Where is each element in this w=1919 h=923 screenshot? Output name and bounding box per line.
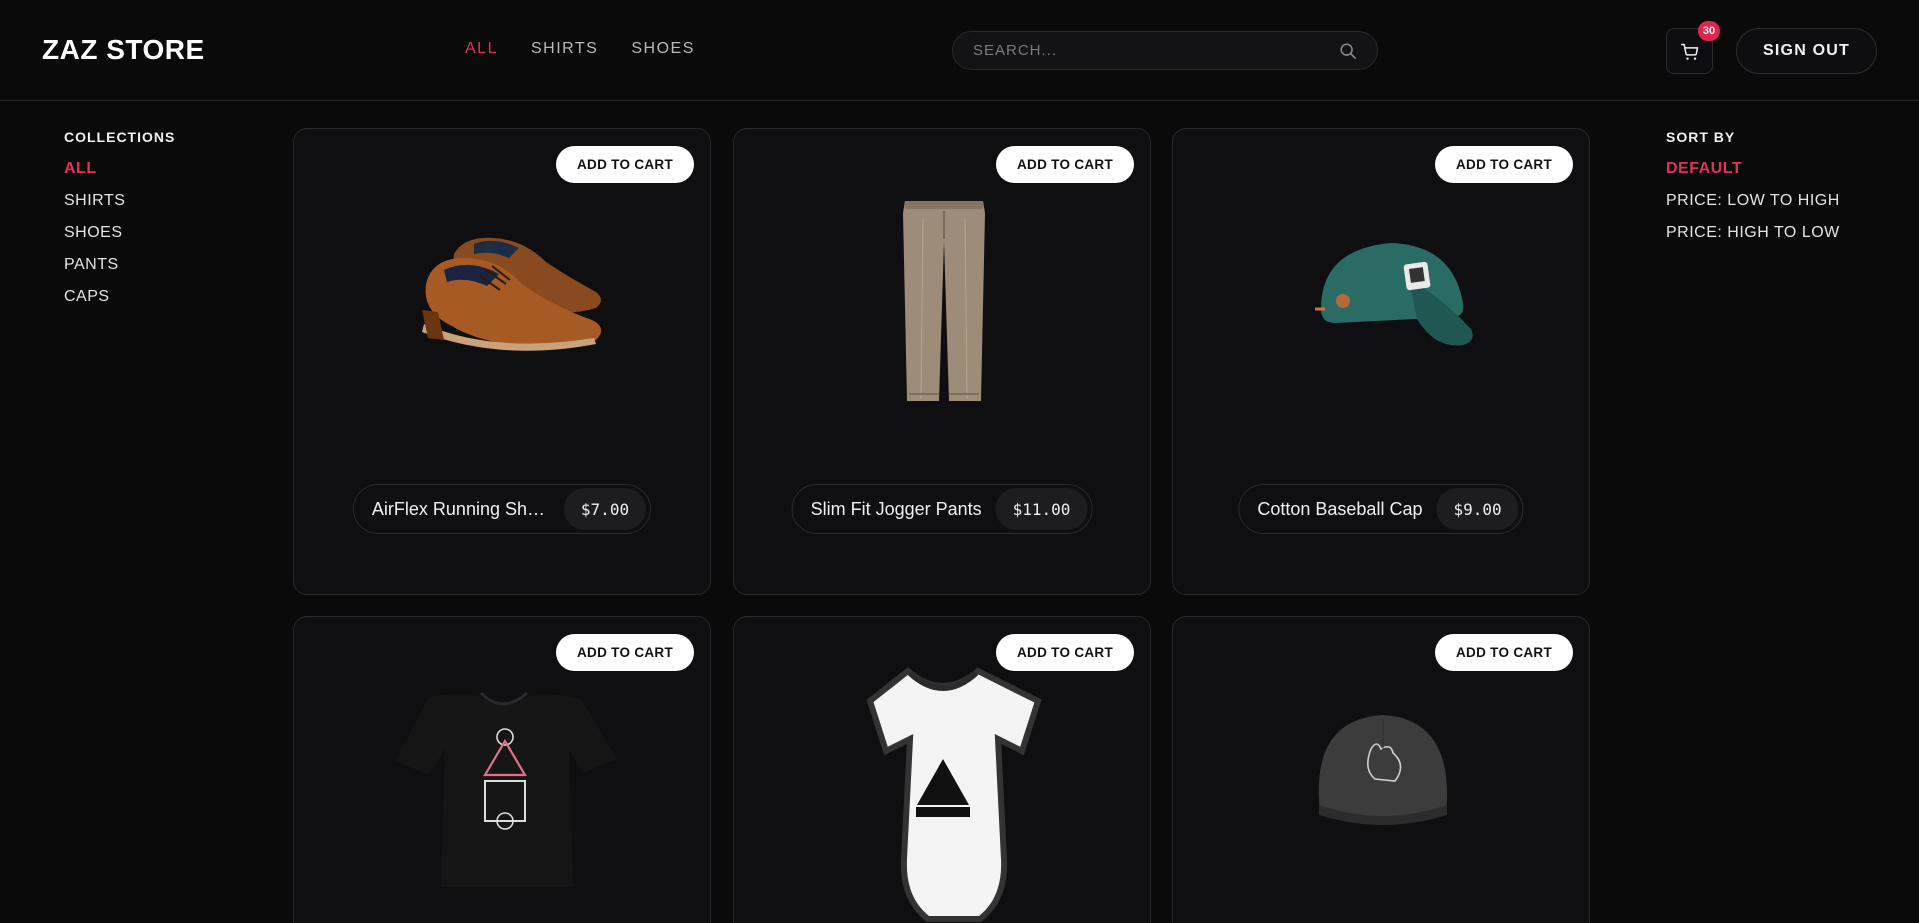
collections-title: COLLECTIONS [64, 129, 176, 145]
sort-title: SORT BY [1666, 129, 1736, 145]
collection-shirts[interactable]: SHIRTS [64, 191, 175, 223]
collection-shoes[interactable]: SHOES [64, 223, 175, 255]
sort-price-high-low[interactable]: PRICE: HIGH TO LOW [1666, 223, 1840, 255]
product-label: AirFlex Running Sho... $7.00 [352, 484, 652, 534]
product-card[interactable]: ADD TO CART AirFlex Running Sho... $7.00 [293, 128, 711, 595]
product-image-teal-baseball-cap [1315, 243, 1473, 346]
add-to-cart-button[interactable]: ADD TO CART [996, 634, 1134, 671]
product-card[interactable]: ADD TO CART [733, 616, 1151, 923]
product-price: $9.00 [1436, 488, 1519, 530]
product-price: $7.00 [563, 488, 647, 530]
product-image-grey-washed-cap-cat [1318, 715, 1448, 825]
cart-count-badge: 30 [1698, 21, 1720, 41]
product-name: AirFlex Running Sho... [371, 498, 550, 519]
product-image-black-kids-tshirt-shapes [395, 691, 617, 887]
product-name: Slim Fit Jogger Pants [810, 498, 982, 519]
product-card[interactable]: ADD TO CART Cotton Baseball Cap $9.00 [1172, 128, 1590, 595]
product-image-white-baby-onesie-triangle [866, 667, 1042, 922]
cart-icon [1680, 43, 1699, 60]
add-to-cart-button[interactable]: ADD TO CART [1435, 146, 1573, 183]
nav-all[interactable]: ALL [465, 40, 498, 58]
top-nav: ALL SHIRTS SHOES [465, 40, 695, 58]
nav-shoes[interactable]: SHOES [631, 40, 695, 58]
search-icon[interactable] [1339, 42, 1357, 60]
product-price: $11.00 [995, 488, 1088, 530]
add-to-cart-button[interactable]: ADD TO CART [556, 634, 694, 671]
add-to-cart-button[interactable]: ADD TO CART [556, 146, 694, 183]
product-card[interactable]: ADD TO CART [1172, 616, 1590, 923]
nav-shirts[interactable]: SHIRTS [531, 40, 598, 58]
collection-all[interactable]: ALL [64, 159, 175, 191]
sort-default[interactable]: DEFAULT [1666, 159, 1840, 191]
search-box [952, 31, 1378, 70]
collection-caps[interactable]: CAPS [64, 287, 175, 319]
collections-sidebar: COLLECTIONS ALL SHIRTS SHOES PANTS CAPS [64, 129, 175, 319]
search-input[interactable] [973, 32, 1333, 69]
product-image-brown-oxford-shoes [422, 237, 602, 351]
product-name: Cotton Baseball Cap [1257, 498, 1423, 519]
product-card[interactable]: ADD TO CART [293, 616, 711, 923]
product-image-beige-trousers [903, 201, 985, 401]
add-to-cart-button[interactable]: ADD TO CART [996, 146, 1134, 183]
site-header: ZAZ STORE ALL SHIRTS SHOES 30 SIGN OUT [0, 0, 1919, 101]
cart-button[interactable]: 30 [1666, 21, 1720, 74]
product-card[interactable]: ADD TO CART Slim Fit Jogger Pants $11.00 [733, 128, 1151, 595]
product-label: Slim Fit Jogger Pants $11.00 [791, 484, 1093, 534]
sort-sidebar: SORT BY DEFAULT PRICE: LOW TO HIGH PRICE… [1666, 129, 1840, 255]
sign-out-button[interactable]: SIGN OUT [1736, 28, 1877, 74]
store-logo[interactable]: ZAZ STORE [42, 34, 205, 66]
collection-pants[interactable]: PANTS [64, 255, 175, 287]
product-label: Cotton Baseball Cap $9.00 [1238, 484, 1524, 534]
sort-price-low-high[interactable]: PRICE: LOW TO HIGH [1666, 191, 1840, 223]
add-to-cart-button[interactable]: ADD TO CART [1435, 634, 1573, 671]
